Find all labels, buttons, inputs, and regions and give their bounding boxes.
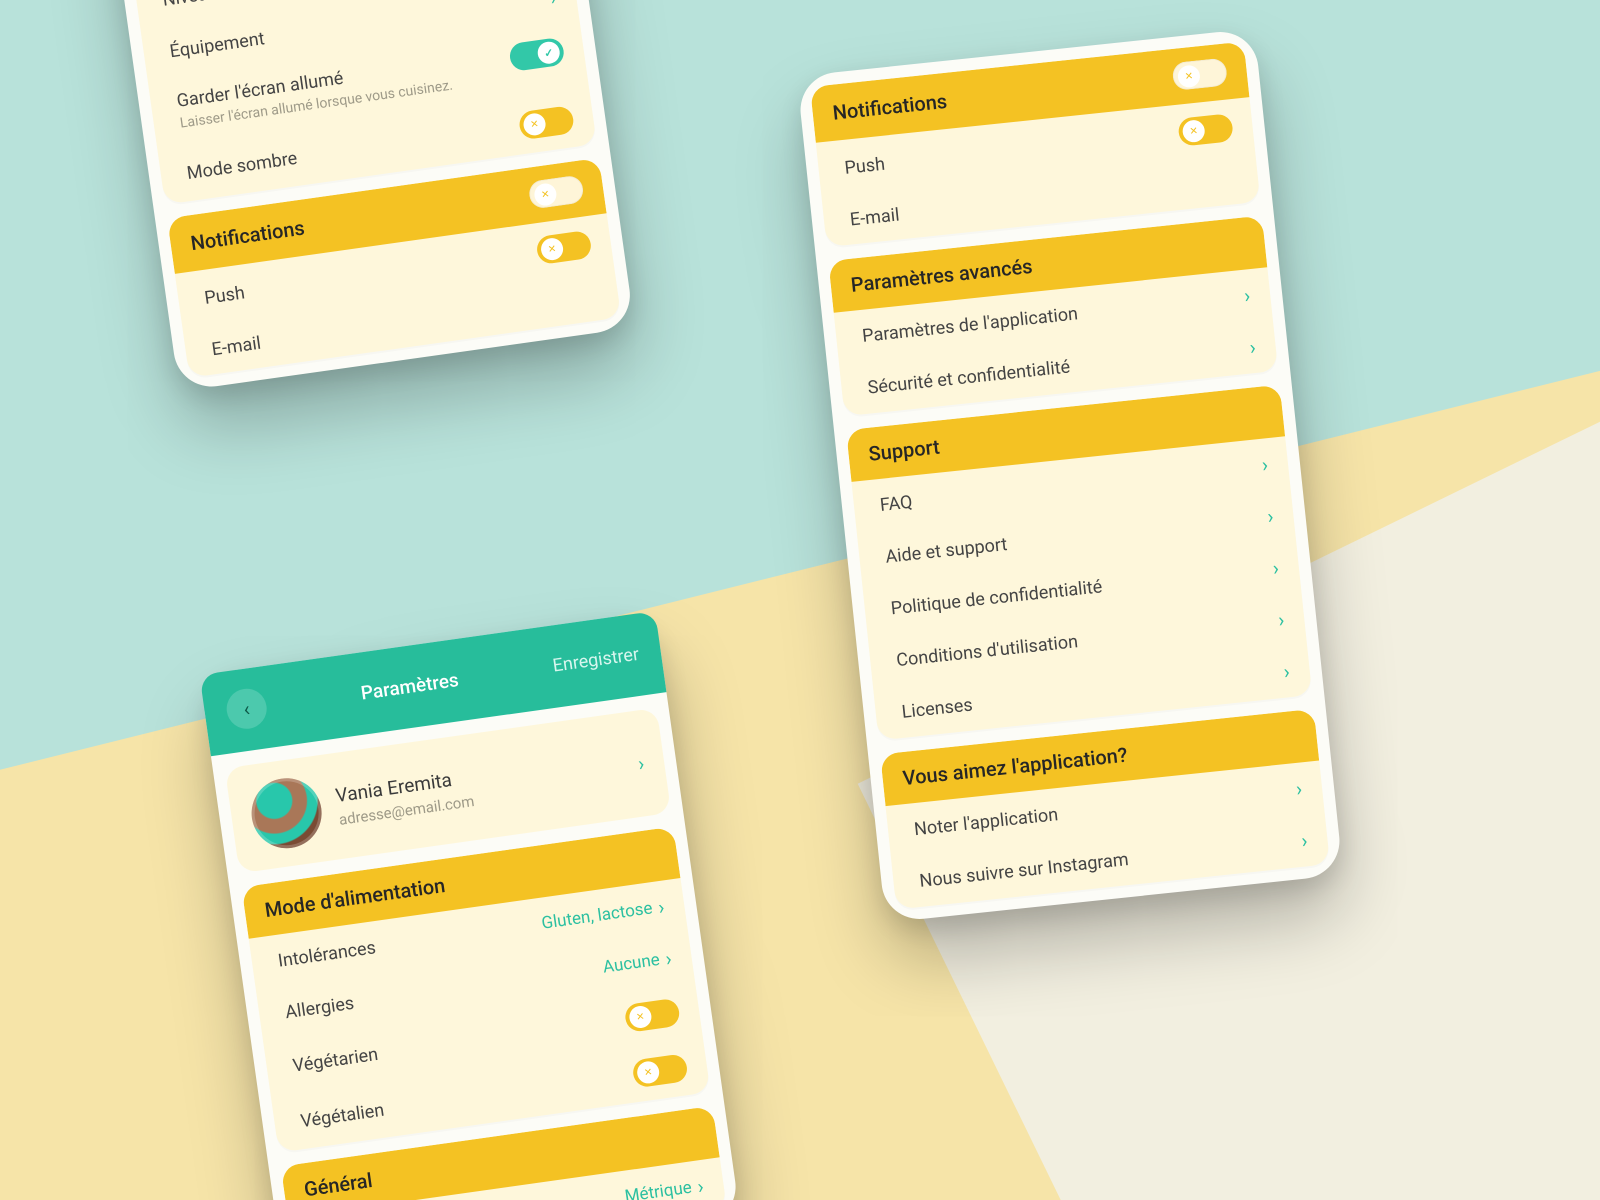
row-value: Métrique ›	[623, 1174, 705, 1200]
card-diet: Mode d'alimentation Intolérances Gluten,…	[241, 827, 710, 1153]
chevron-right-icon: ›	[664, 946, 673, 971]
toggle-push[interactable]	[1177, 113, 1234, 146]
chevron-right-icon: ›	[696, 1174, 705, 1199]
section-title: Notifications	[189, 216, 306, 256]
phone-general: Général Unité de mesure Métrique › Nivea…	[105, 0, 635, 391]
card-love-app: Vous aimez l'application? Noter l'applic…	[880, 709, 1330, 910]
save-button[interactable]: Enregistrer	[551, 643, 640, 676]
card-advanced: Paramètres avancés Paramètres de l'appli…	[828, 216, 1278, 417]
row-value: Aucune ›	[601, 946, 673, 979]
page-title: Paramètres	[265, 654, 554, 717]
section-title: Général	[302, 1168, 373, 1200]
toggle-notifications-master[interactable]	[1171, 57, 1228, 90]
chevron-right-icon: ›	[636, 751, 645, 776]
chevron-right-icon: ›	[1248, 335, 1256, 359]
phone-support: Notifications Push E-mail Paramètres ava…	[797, 28, 1343, 922]
chevron-right-icon: ›	[1272, 556, 1280, 580]
toggle-vegan[interactable]	[631, 1053, 688, 1088]
toggle-dark-mode[interactable]	[518, 105, 575, 140]
chevron-right-icon: ›	[657, 895, 666, 920]
chevron-right-icon: ›	[1282, 659, 1290, 683]
toggle-vegetarian[interactable]	[624, 998, 681, 1033]
chevron-right-icon: ›	[1277, 607, 1285, 631]
card-notifications-c: Notifications Push E-mail	[810, 41, 1260, 247]
chevron-right-icon: ›	[1266, 504, 1274, 528]
back-button[interactable]: ‹	[224, 686, 269, 731]
toggle-notifications-master[interactable]	[527, 174, 584, 209]
section-title: Paramètres avancés	[850, 254, 1034, 297]
phone-parametres: ‹ Paramètres Enregistrer Vania Eremita a…	[200, 611, 741, 1200]
section-title: Notifications	[832, 89, 949, 125]
toggle-push[interactable]	[535, 230, 592, 265]
card-support: Support FAQ › Aide et support › Politiqu…	[846, 385, 1312, 741]
chevron-right-icon: ›	[1261, 452, 1269, 476]
section-title: Vous aimez l'application?	[901, 743, 1128, 790]
row-value: Gluten, lactose ›	[540, 895, 666, 936]
chevron-right-icon: ›	[1295, 777, 1303, 801]
avatar	[247, 774, 326, 853]
section-title: Support	[867, 435, 940, 466]
toggle-keep-screen-on[interactable]	[508, 37, 565, 72]
chevron-right-icon: ›	[1243, 283, 1251, 307]
chevron-right-icon: ›	[1300, 828, 1308, 852]
